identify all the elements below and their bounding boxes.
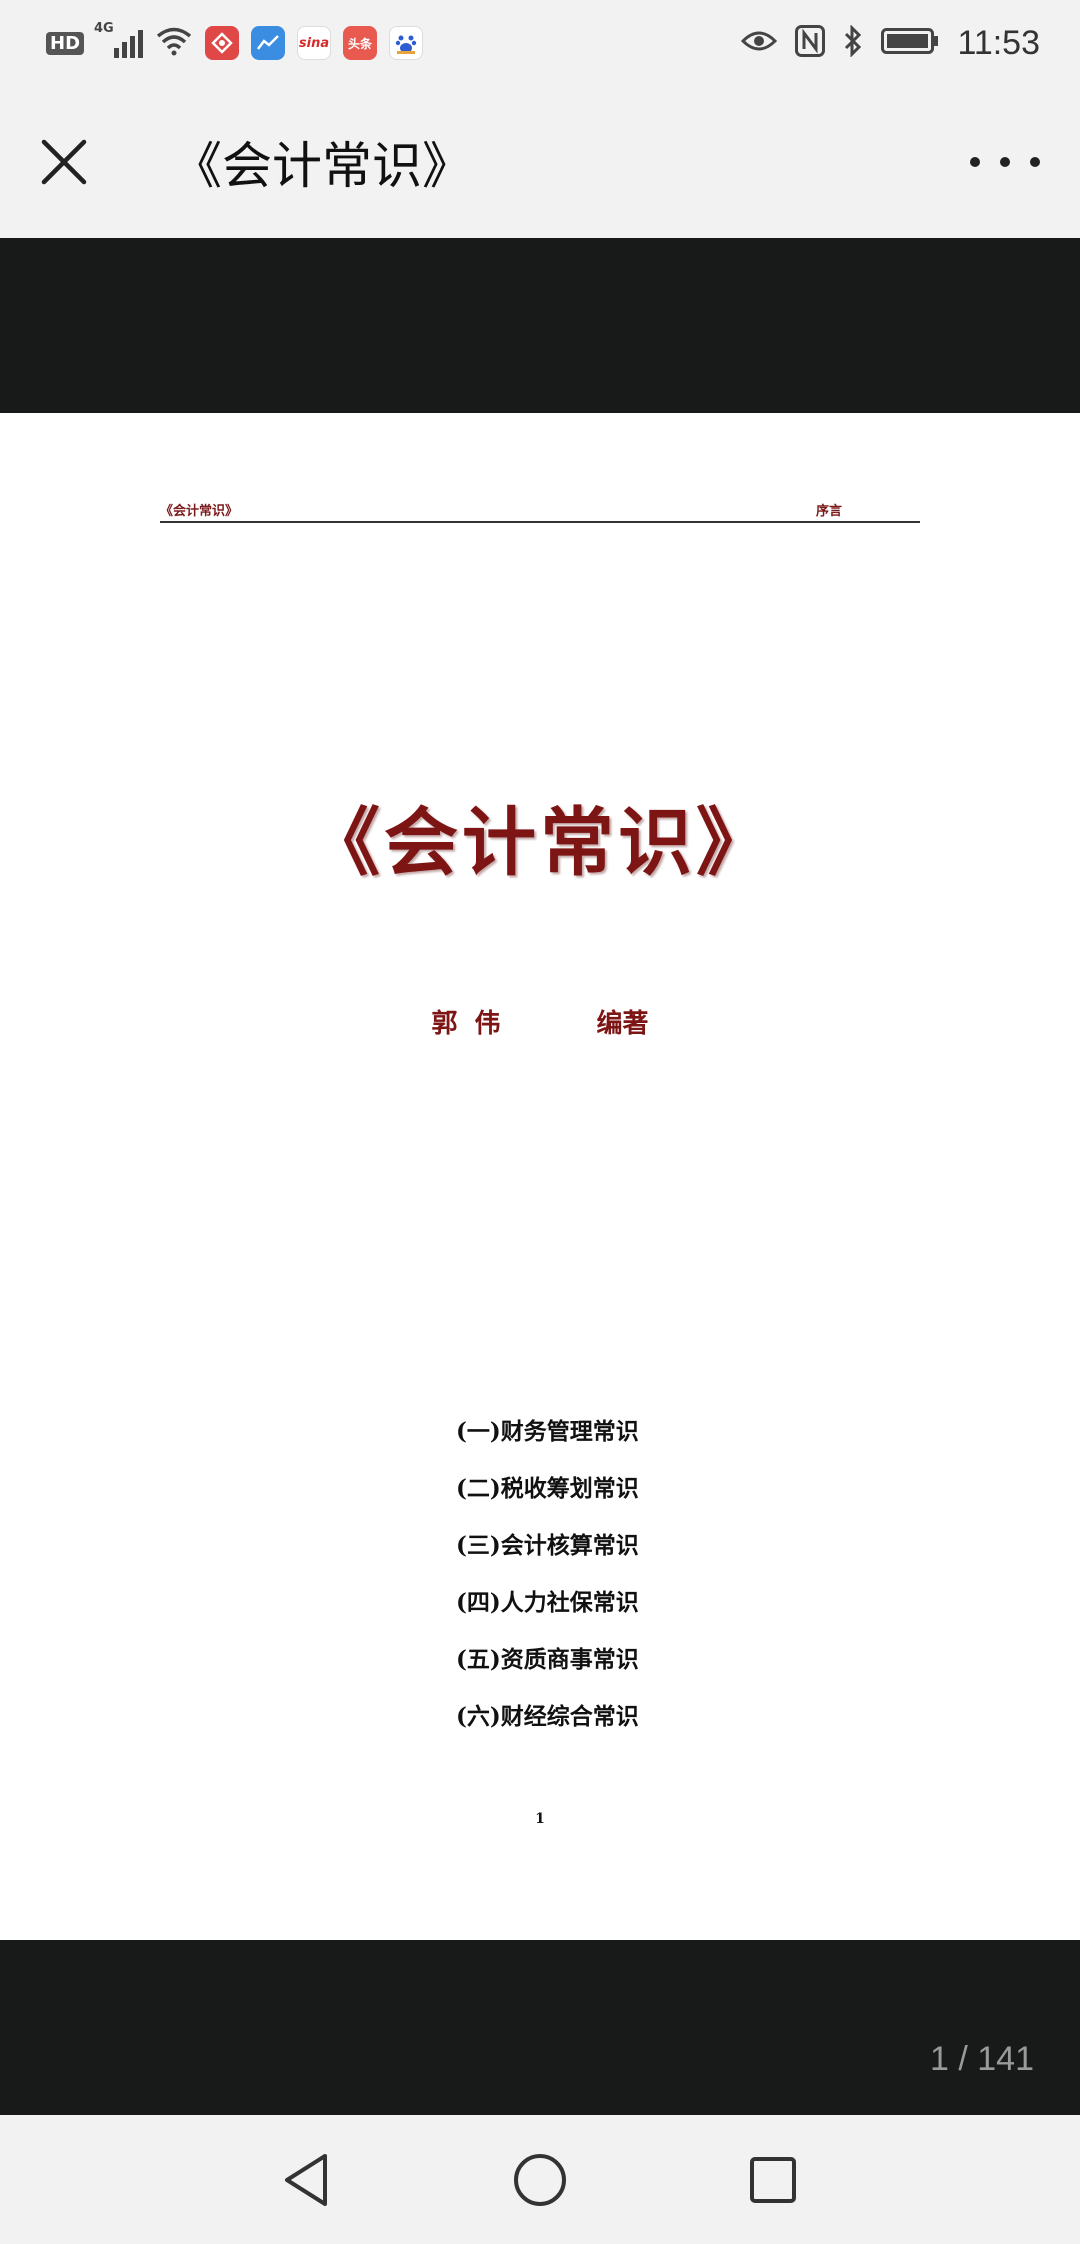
viewer-background-top [0,238,1080,413]
nfc-icon [795,25,826,61]
app-icon-blue [251,26,286,60]
document-author: 郭 伟 编著 [0,1003,1080,1040]
sina-icon: sina [297,26,332,60]
hd-badge: HD [46,31,85,55]
status-left: HD 4G sina 头条 [46,22,741,60]
status-right: 11:53 [741,24,1040,63]
running-header-left: 《会计常识》 [160,504,239,519]
toc-item: (二)税收筹划常识 [456,1475,639,1502]
document-page-number: 1 [535,1811,545,1827]
back-triangle-icon [284,2153,327,2206]
battery-icon [881,28,939,58]
baidu-icon [389,26,424,60]
author-name: 郭 伟 [431,1009,501,1039]
more-dots-icon [970,157,980,167]
page-title: 《会计常识》 [172,137,472,195]
close-icon [41,139,87,185]
toc-item: (三)会计核算常识 [456,1532,639,1559]
document-running-header: 《会计常识》 序言 [160,493,920,523]
recents-button[interactable] [738,2145,808,2215]
document-page[interactable]: 《会计常识》 序言 《会计常识》 郭 伟 编著 (一)财务管理常识 (二)税收筹划… [0,413,1080,1940]
status-time: 11:53 [957,23,1040,62]
wifi-icon [155,26,193,60]
system-navigation-bar [0,2115,1080,2244]
toutiao-icon: 头条 [343,26,378,60]
close-button[interactable] [38,136,90,188]
toc-item: (六)财经综合常识 [456,1703,639,1730]
viewer-background-bottom [0,1940,1080,2115]
title-bar: 《会计常识》 [0,86,1080,238]
home-button[interactable] [505,2145,575,2215]
network-type-label: 4G [94,21,114,36]
more-dot [1000,157,1010,167]
table-of-contents: (一)财务管理常识 (二)税收筹划常识 (三)会计核算常识 (四)人力社保常识 … [456,1403,756,1745]
toc-item: (五)资质商事常识 [456,1646,639,1673]
toc-item: (一)财务管理常识 [456,1418,639,1445]
status-bar: HD 4G sina 头条 11:53 [0,0,1080,86]
more-options-button[interactable] [970,142,1040,182]
document-title: 《会计常识》 [306,800,774,886]
more-dot [1030,157,1040,167]
page-counter: 1 / 141 [930,2040,1034,2078]
back-button[interactable] [272,2145,342,2215]
home-circle-icon [513,2153,566,2206]
recents-square-icon [750,2156,797,2203]
eye-icon [741,29,778,57]
running-header-right: 序言 [815,504,842,519]
signal-icon: 4G [94,22,144,58]
toc-item: (四)人力社保常识 [456,1589,639,1616]
bluetooth-icon [843,24,863,61]
app-icon-red [205,26,240,60]
author-role: 编著 [596,1009,649,1039]
